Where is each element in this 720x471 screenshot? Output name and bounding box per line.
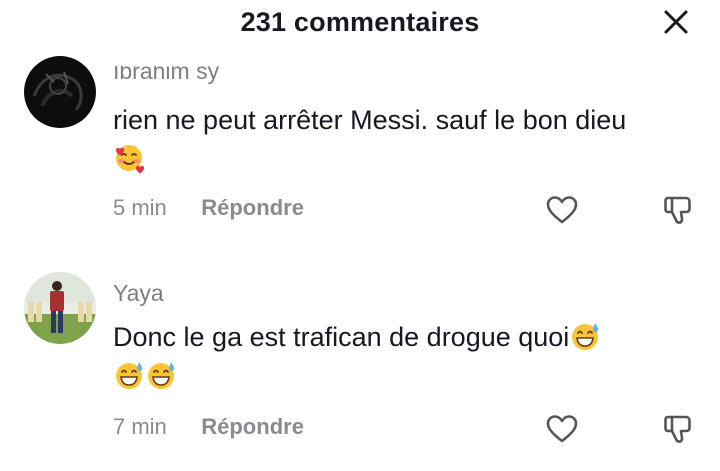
comments-header: 231 commentaires <box>0 0 720 50</box>
comment-text: Donc le ga est trafican de drogue quoi <box>113 318 653 396</box>
grinning-face-with-sweat-icon <box>113 359 145 391</box>
avatar[interactable] <box>24 272 96 344</box>
smiling-face-with-hearts-icon <box>113 142 145 174</box>
thumbs-down-icon <box>664 196 691 224</box>
comment-time: 7 min <box>113 414 167 439</box>
close-button[interactable] <box>660 6 692 38</box>
heart-outline-icon <box>546 196 578 224</box>
reply-button[interactable]: Répondre <box>201 195 304 221</box>
comment-body: rien ne peut arrêter Messi. sauf le bon … <box>113 105 627 135</box>
like-button[interactable] <box>545 193 579 227</box>
comment-meta: 5 min Répondre <box>113 195 304 227</box>
like-button[interactable] <box>545 412 579 446</box>
comment-meta: 7 min Répondre <box>113 414 304 446</box>
heart-outline-icon <box>546 415 578 443</box>
avatar[interactable] <box>24 56 96 128</box>
comments-count-title: 231 commentaires <box>240 7 480 37</box>
grinning-face-with-sweat-icon <box>569 320 601 352</box>
comment-time: 5 min <box>113 195 167 220</box>
thumbs-down-icon <box>664 415 691 443</box>
comment-username[interactable]: Yaya <box>113 280 164 307</box>
comment-text: rien ne peut arrêter Messi. sauf le bon … <box>113 101 653 179</box>
comment-body: Donc le ga est trafican de drogue quoi <box>113 322 570 352</box>
reply-button[interactable]: Répondre <box>201 414 304 440</box>
dislike-button[interactable] <box>662 193 696 227</box>
dislike-button[interactable] <box>662 412 696 446</box>
comment-username[interactable]: Ibrahim sy <box>113 66 219 85</box>
close-icon <box>664 10 688 34</box>
grinning-face-with-sweat-icon <box>145 359 177 391</box>
